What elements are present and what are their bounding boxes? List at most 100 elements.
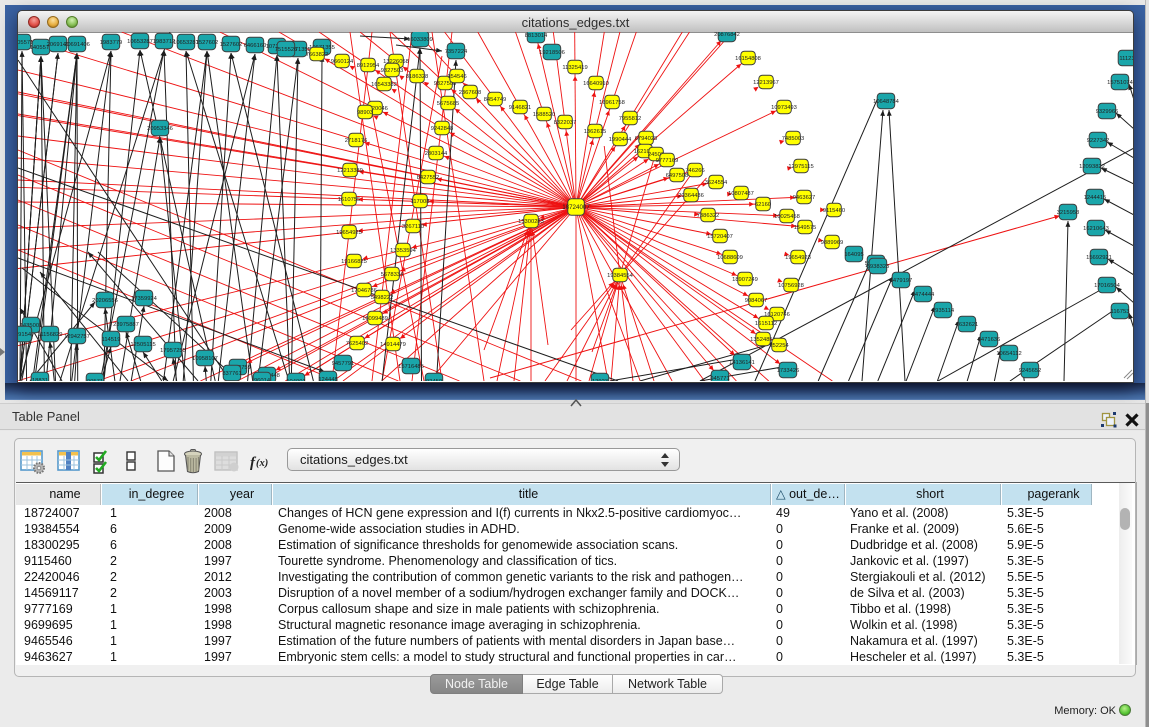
svg-text:116753: 116753: [1111, 309, 1130, 315]
svg-text:8322037: 8322037: [554, 120, 577, 126]
svg-text:6794028: 6794028: [635, 136, 658, 142]
svg-text:1615112: 1615112: [755, 321, 777, 327]
svg-text:9327503: 9327503: [381, 68, 404, 74]
svg-text:23975887: 23975887: [113, 322, 139, 328]
svg-text:13353594: 13353594: [390, 248, 417, 254]
svg-text:15751074: 15751074: [1107, 80, 1133, 86]
svg-text:5678334: 5678334: [381, 272, 404, 278]
svg-text:10654112: 10654112: [996, 351, 1021, 357]
svg-text:16640910: 16640910: [583, 81, 609, 87]
svg-text:7663822: 7663822: [306, 52, 329, 58]
svg-text:9084067: 9084067: [745, 298, 768, 304]
svg-text:10958107: 10958107: [192, 356, 218, 362]
svg-text:252254: 252254: [769, 343, 789, 349]
svg-text:9115460: 9115460: [823, 208, 845, 214]
svg-text:18724007: 18724007: [562, 204, 590, 211]
svg-text:1610755: 1610755: [338, 197, 361, 203]
svg-text:92450: 92450: [426, 379, 442, 381]
svg-text:17046786: 17046786: [351, 288, 377, 294]
svg-text:14914479: 14914479: [380, 342, 406, 348]
svg-text:7955812: 7955812: [619, 116, 642, 122]
svg-text:19654925: 19654925: [336, 230, 362, 236]
svg-text:10807487: 10807487: [728, 191, 754, 197]
svg-text:1362615: 1362615: [584, 129, 607, 135]
svg-text:10025458: 10025458: [774, 214, 800, 220]
svg-text:9329966: 9329966: [1096, 109, 1119, 115]
svg-text:1588520: 1588520: [533, 112, 556, 118]
svg-text:11123: 11123: [1119, 56, 1133, 62]
svg-text:5675685: 5675685: [437, 101, 460, 107]
svg-text:16210643: 16210643: [1083, 226, 1109, 232]
svg-text:1527602: 1527602: [196, 40, 219, 46]
svg-text:8454749: 8454749: [484, 97, 507, 103]
svg-text:7632621: 7632621: [956, 322, 979, 328]
svg-text:1244415: 1244415: [1084, 195, 1107, 201]
svg-text:3215958: 3215958: [1057, 210, 1080, 216]
svg-text:114519: 114519: [102, 337, 121, 343]
svg-text:18831: 18831: [32, 378, 48, 381]
svg-text:9146821: 9146821: [509, 105, 532, 111]
svg-text:15692921: 15692921: [1086, 255, 1112, 261]
svg-text:20364436: 20364436: [678, 193, 704, 199]
svg-text:9242848: 9242848: [431, 126, 454, 132]
svg-text:10688609: 10688609: [717, 255, 743, 261]
svg-text:7357224: 7357224: [445, 49, 468, 55]
svg-text:1983712: 1983712: [153, 39, 176, 45]
svg-text:1983779: 1983779: [100, 40, 123, 46]
svg-text:1990444: 1990444: [609, 137, 632, 143]
svg-text:11325419: 11325419: [562, 65, 587, 71]
svg-text:12975115: 12975115: [788, 164, 813, 170]
svg-text:9245652: 9245652: [1019, 368, 1042, 374]
svg-text:12213389: 12213389: [337, 168, 363, 174]
svg-text:11156829: 11156829: [38, 332, 63, 338]
svg-text:3267110: 3267110: [402, 224, 424, 230]
svg-text:117008: 117008: [411, 199, 430, 205]
svg-text:12923: 12923: [592, 379, 608, 381]
svg-text:1549575: 1549575: [794, 225, 817, 231]
svg-text:8471636: 8471636: [978, 337, 1001, 343]
svg-text:19384554: 19384554: [607, 273, 634, 279]
svg-text:7515526: 7515526: [275, 47, 298, 53]
svg-text:15300283: 15300283: [518, 219, 544, 225]
svg-text:16154808: 16154808: [735, 56, 761, 62]
svg-text:9660124: 9660124: [331, 59, 354, 65]
svg-text:124448: 124448: [318, 377, 337, 381]
svg-text:6466160: 6466160: [244, 43, 267, 49]
svg-text:(x): (x): [256, 458, 268, 469]
svg-text:9463627: 9463627: [793, 195, 816, 201]
svg-text:12942757: 12942757: [64, 334, 90, 340]
svg-text:10756928: 10756928: [778, 283, 804, 289]
svg-text:2367608: 2367608: [459, 90, 482, 96]
svg-text:8813014: 8813014: [525, 33, 548, 39]
svg-text:19166825: 19166825: [341, 259, 367, 265]
svg-text:14136141: 14136141: [729, 360, 755, 366]
svg-text:2803144: 2803144: [425, 151, 448, 157]
svg-text:20953346: 20953346: [147, 126, 173, 132]
svg-text:20206556: 20206556: [92, 298, 118, 304]
svg-text:12213967: 12213967: [753, 80, 779, 86]
svg-text:5938323: 5938323: [867, 264, 890, 270]
svg-text:154546: 154546: [447, 74, 466, 80]
svg-text:20691406: 20691406: [64, 42, 90, 48]
svg-text:5498222: 5498222: [371, 295, 394, 301]
svg-text:10653287: 10653287: [127, 39, 153, 45]
svg-text:18907249: 18907249: [732, 277, 758, 283]
svg-text:9457791: 9457791: [332, 361, 355, 367]
svg-text:20876842: 20876842: [714, 32, 740, 38]
svg-text:10648784: 10648784: [873, 99, 900, 105]
svg-text:837761: 837761: [222, 371, 241, 377]
svg-text:96014: 96014: [254, 378, 271, 381]
svg-text:164095: 164095: [844, 252, 863, 258]
svg-text:8912954: 8912954: [357, 63, 380, 69]
svg-text:39154: 39154: [18, 332, 32, 338]
svg-text:8427552: 8427552: [417, 175, 440, 181]
svg-text:2935114: 2935114: [932, 308, 955, 314]
svg-text:90571: 90571: [87, 379, 103, 381]
svg-text:12505115: 12505115: [130, 342, 155, 348]
svg-text:16099489: 16099489: [362, 316, 388, 322]
svg-text:7485003: 7485003: [782, 136, 805, 142]
svg-text:16961758: 16961758: [599, 100, 625, 106]
svg-text:2718176: 2718176: [345, 138, 368, 144]
svg-text:17359924: 17359924: [131, 296, 158, 302]
svg-text:98903: 98903: [357, 110, 373, 116]
